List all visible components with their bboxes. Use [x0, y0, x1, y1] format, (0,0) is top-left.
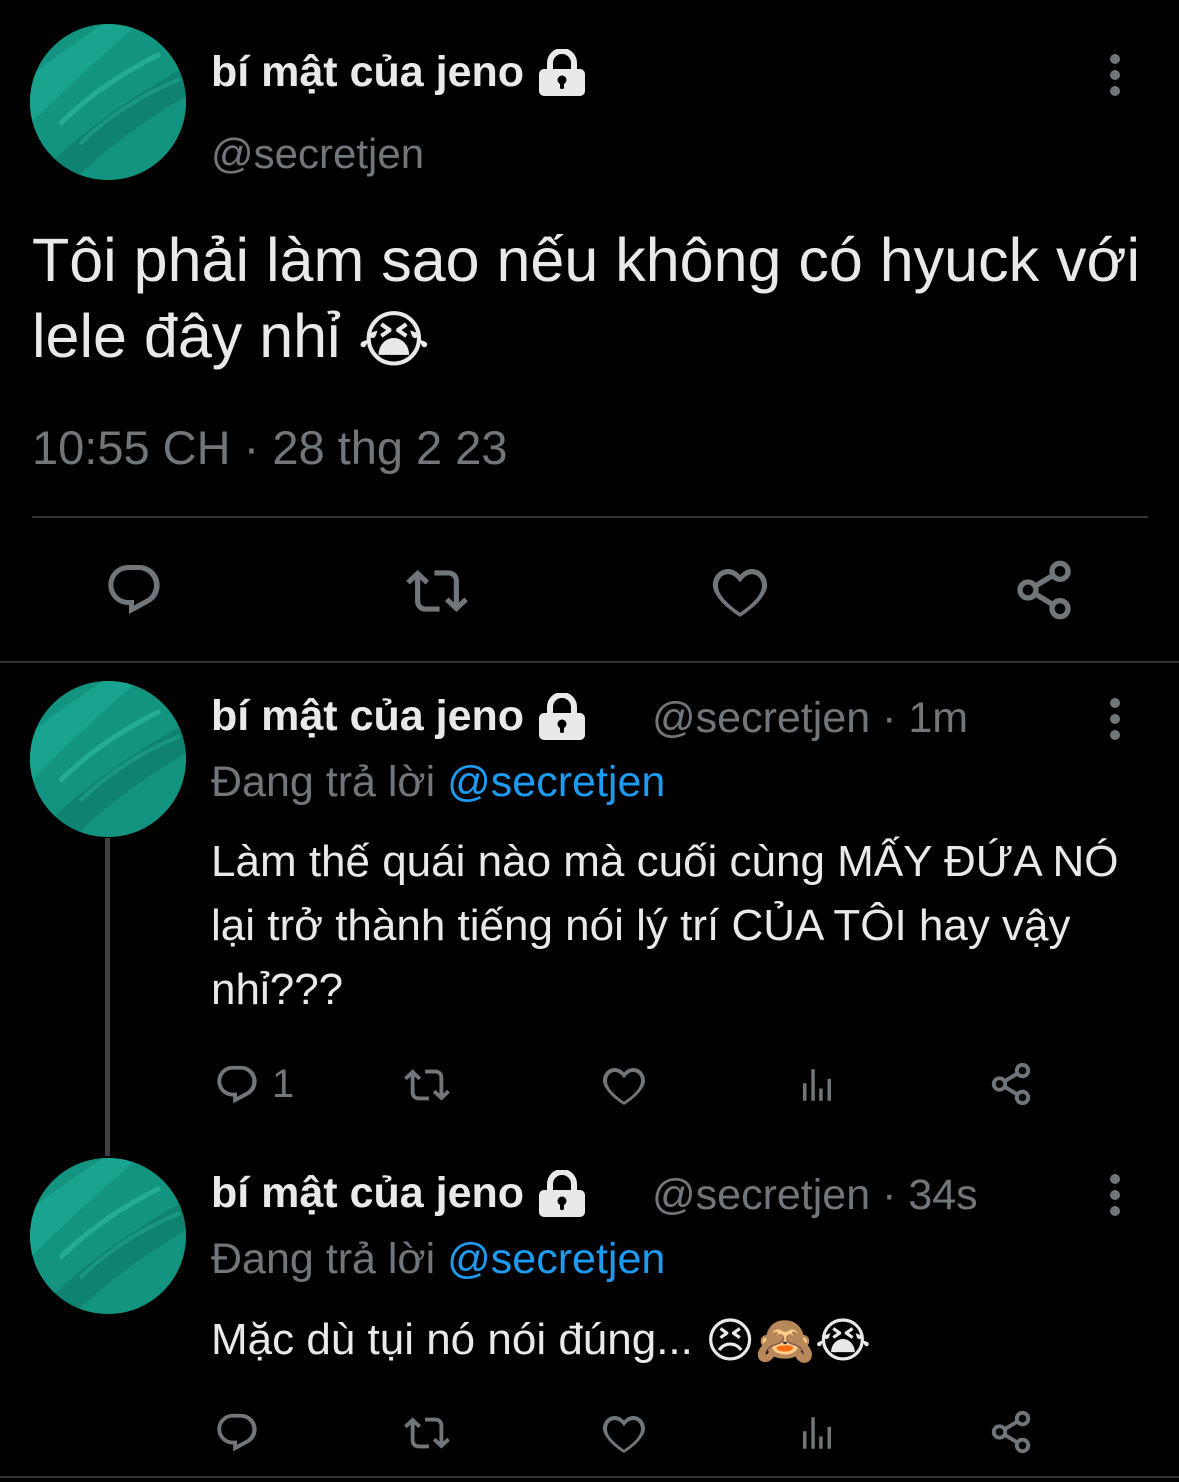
crying-face-emoji: 😭 — [814, 1315, 872, 1369]
avatar[interactable] — [30, 24, 186, 180]
like-button[interactable] — [600, 1061, 648, 1109]
thread-line — [105, 838, 110, 1156]
tweet-text-body: Tôi phải làm sao nếu không có hyuck với … — [32, 226, 1141, 370]
share-button[interactable] — [1012, 558, 1076, 622]
like-icon — [708, 560, 772, 622]
reply-count: 1 — [272, 1062, 295, 1106]
retweet-button[interactable] — [406, 560, 468, 622]
retweet-button[interactable] — [403, 1062, 451, 1108]
persevering-face-emoji: 😣 — [705, 1315, 756, 1369]
more-vertical-icon[interactable] — [1105, 697, 1125, 741]
replying-to: Đang trả lời @secretjen — [211, 1235, 665, 1284]
reply-handle-time[interactable]: @secretjen · 34s — [652, 1171, 978, 1220]
reply-icon — [214, 1062, 260, 1108]
retweet-button[interactable] — [403, 1410, 451, 1456]
see-no-evil-monkey-emoji: 🙈 — [755, 1315, 815, 1369]
reply-icon — [214, 1410, 260, 1456]
replying-to: Đang trả lời @secretjen — [211, 758, 665, 807]
reply-display-name[interactable]: bí mật của jeno — [211, 692, 588, 741]
user-handle[interactable]: @secretjen — [211, 130, 424, 178]
like-button[interactable] — [708, 560, 772, 622]
share-icon — [988, 1060, 1034, 1108]
share-icon — [1012, 558, 1076, 622]
reply-button[interactable] — [214, 1410, 260, 1456]
retweet-icon — [403, 1410, 451, 1456]
views-button[interactable] — [796, 1062, 838, 1108]
avatar[interactable] — [30, 1158, 186, 1314]
replying-prefix: Đang trả lời — [211, 1235, 436, 1283]
display-name-text: bí mật của jeno — [211, 48, 525, 96]
display-name[interactable]: bí mật của jeno — [211, 48, 588, 97]
more-vertical-icon[interactable] — [1105, 1173, 1125, 1217]
reply-text: Mặc dù tụi nó nói đúng... 😣🙈😭 — [211, 1308, 1151, 1374]
reply-button[interactable] — [214, 1062, 260, 1108]
views-icon — [796, 1410, 838, 1456]
replying-prefix: Đang trả lời — [211, 758, 436, 806]
more-vertical-icon[interactable] — [1105, 53, 1125, 97]
share-button[interactable] — [988, 1060, 1034, 1108]
reply-button[interactable] — [104, 560, 164, 620]
like-button[interactable] — [600, 1409, 648, 1457]
retweet-icon — [403, 1062, 451, 1108]
display-name-text: bí mật của jeno — [211, 692, 525, 740]
like-icon — [600, 1409, 648, 1457]
section-divider — [0, 661, 1179, 663]
bottom-divider — [0, 1476, 1179, 1478]
divider — [32, 516, 1148, 518]
like-icon — [600, 1061, 648, 1109]
display-name-text: bí mật của jeno — [211, 1169, 525, 1217]
retweet-icon — [406, 560, 468, 622]
lock-icon — [536, 693, 588, 741]
reply-text: Làm thế quái nào mà cuối cùng MẤY ĐỨA NÓ… — [211, 837, 1119, 1014]
lock-icon — [536, 49, 588, 97]
reply-display-name[interactable]: bí mật của jeno — [211, 1169, 588, 1218]
reply-icon — [104, 560, 164, 620]
avatar[interactable] — [30, 681, 186, 837]
share-icon — [988, 1408, 1034, 1456]
share-button[interactable] — [988, 1408, 1034, 1456]
lock-icon — [536, 1170, 588, 1218]
crying-face-emoji: 😭 — [357, 305, 431, 375]
reply-handle-time[interactable]: @secretjen · 1m — [652, 694, 968, 743]
views-icon — [796, 1062, 838, 1108]
mention-link[interactable]: @secretjen — [447, 758, 665, 806]
views-button[interactable] — [796, 1410, 838, 1456]
tweet-text: Tôi phải làm sao nếu không có hyuck với … — [32, 222, 1152, 379]
reply-text-body: Mặc dù tụi nó nói đúng... — [211, 1315, 693, 1364]
tweet-timestamp[interactable]: 10:55 CH · 28 thg 2 23 — [32, 420, 508, 475]
mention-link[interactable]: @secretjen — [447, 1235, 665, 1283]
